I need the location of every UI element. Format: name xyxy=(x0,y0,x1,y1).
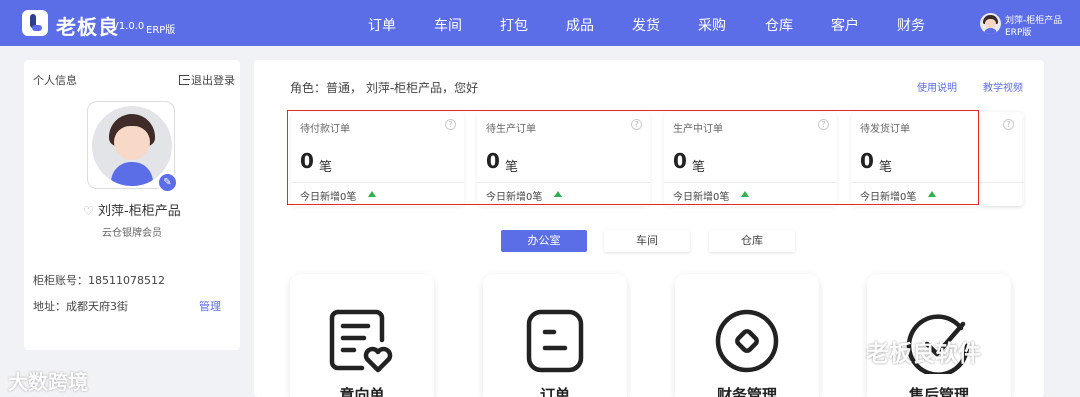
user-avatar[interactable] xyxy=(980,13,1001,34)
watermark-left: 大数跨境 xyxy=(8,370,88,394)
heart-icon: ♡ xyxy=(83,204,95,218)
help-icon[interactable]: ? xyxy=(1003,119,1014,130)
watermark-right: 老板良软件 xyxy=(866,341,981,367)
account-number: 柜柜账号：18511078512 xyxy=(33,274,165,287)
nav-shipping[interactable]: 发货 xyxy=(632,15,660,35)
app-logo-icon[interactable] xyxy=(22,10,48,36)
module-finance[interactable]: 财务管理 xyxy=(675,274,819,397)
tab-workshop[interactable]: 车间 xyxy=(604,230,690,252)
profile-title: 个人信息 xyxy=(33,74,77,87)
nav-packing[interactable]: 打包 xyxy=(500,15,528,35)
address: 地址：成都天府3街 xyxy=(33,300,128,313)
brand-name: 老板良 xyxy=(56,15,119,39)
profile-card: 个人信息 退出登录 ✎ ♡ 刘萍-柜柜产品 云仓银牌会员 柜柜账号：1851107… xyxy=(24,60,240,350)
nav-purchasing[interactable]: 采购 xyxy=(698,15,726,35)
manual-link[interactable]: 使用说明 xyxy=(917,79,957,94)
intent-order-icon xyxy=(329,309,393,373)
edition-label: ERP版 xyxy=(146,25,176,36)
nav-warehouse[interactable]: 仓库 xyxy=(765,15,793,35)
tab-office[interactable]: 办公室 xyxy=(501,230,587,252)
module-order[interactable]: 订单 xyxy=(483,274,627,397)
module-label: 订单 xyxy=(539,386,570,397)
member-level: 云仓银牌会员 xyxy=(102,228,162,239)
manage-address-link[interactable]: 管理 xyxy=(199,298,221,314)
nav-customers[interactable]: 客户 xyxy=(831,15,859,35)
nav-orders[interactable]: 订单 xyxy=(368,15,396,35)
order-icon xyxy=(526,309,584,373)
module-label: 意向单 xyxy=(339,386,385,397)
finance-icon xyxy=(715,309,779,373)
tutorial-video-link[interactable]: 教学视频 xyxy=(983,79,1023,94)
user-edition: ERP版 xyxy=(1005,28,1032,38)
top-navigation-bar: 老板良 V1.0.0 ERP版 订单 车间 打包 成品 发货 采购 仓库 客户 … xyxy=(0,0,1080,46)
module-label: 售后管理 xyxy=(908,386,969,397)
logout-button[interactable]: 退出登录 xyxy=(179,72,235,88)
module-label: 财务管理 xyxy=(716,386,777,397)
logout-label: 退出登录 xyxy=(191,74,235,87)
profile-name: 刘萍-柜柜产品 xyxy=(98,204,181,219)
role-greeting: 角色：普通， 刘萍-柜柜产品，您好 xyxy=(290,81,479,95)
version-label: V1.0.0 xyxy=(112,21,145,32)
nav-workshop[interactable]: 车间 xyxy=(434,15,462,35)
stat-card-partial: ? xyxy=(982,112,1022,206)
logout-icon xyxy=(179,75,190,85)
profile-name-row: ♡ 刘萍-柜柜产品 xyxy=(24,200,240,219)
module-intent-order[interactable]: 意向单 xyxy=(290,274,434,397)
edit-avatar-icon[interactable]: ✎ xyxy=(157,172,178,193)
nav-finance[interactable]: 财务 xyxy=(897,15,925,35)
highlight-box xyxy=(287,110,979,205)
nav-finished-goods[interactable]: 成品 xyxy=(566,15,594,35)
tab-warehouse[interactable]: 仓库 xyxy=(709,230,795,252)
